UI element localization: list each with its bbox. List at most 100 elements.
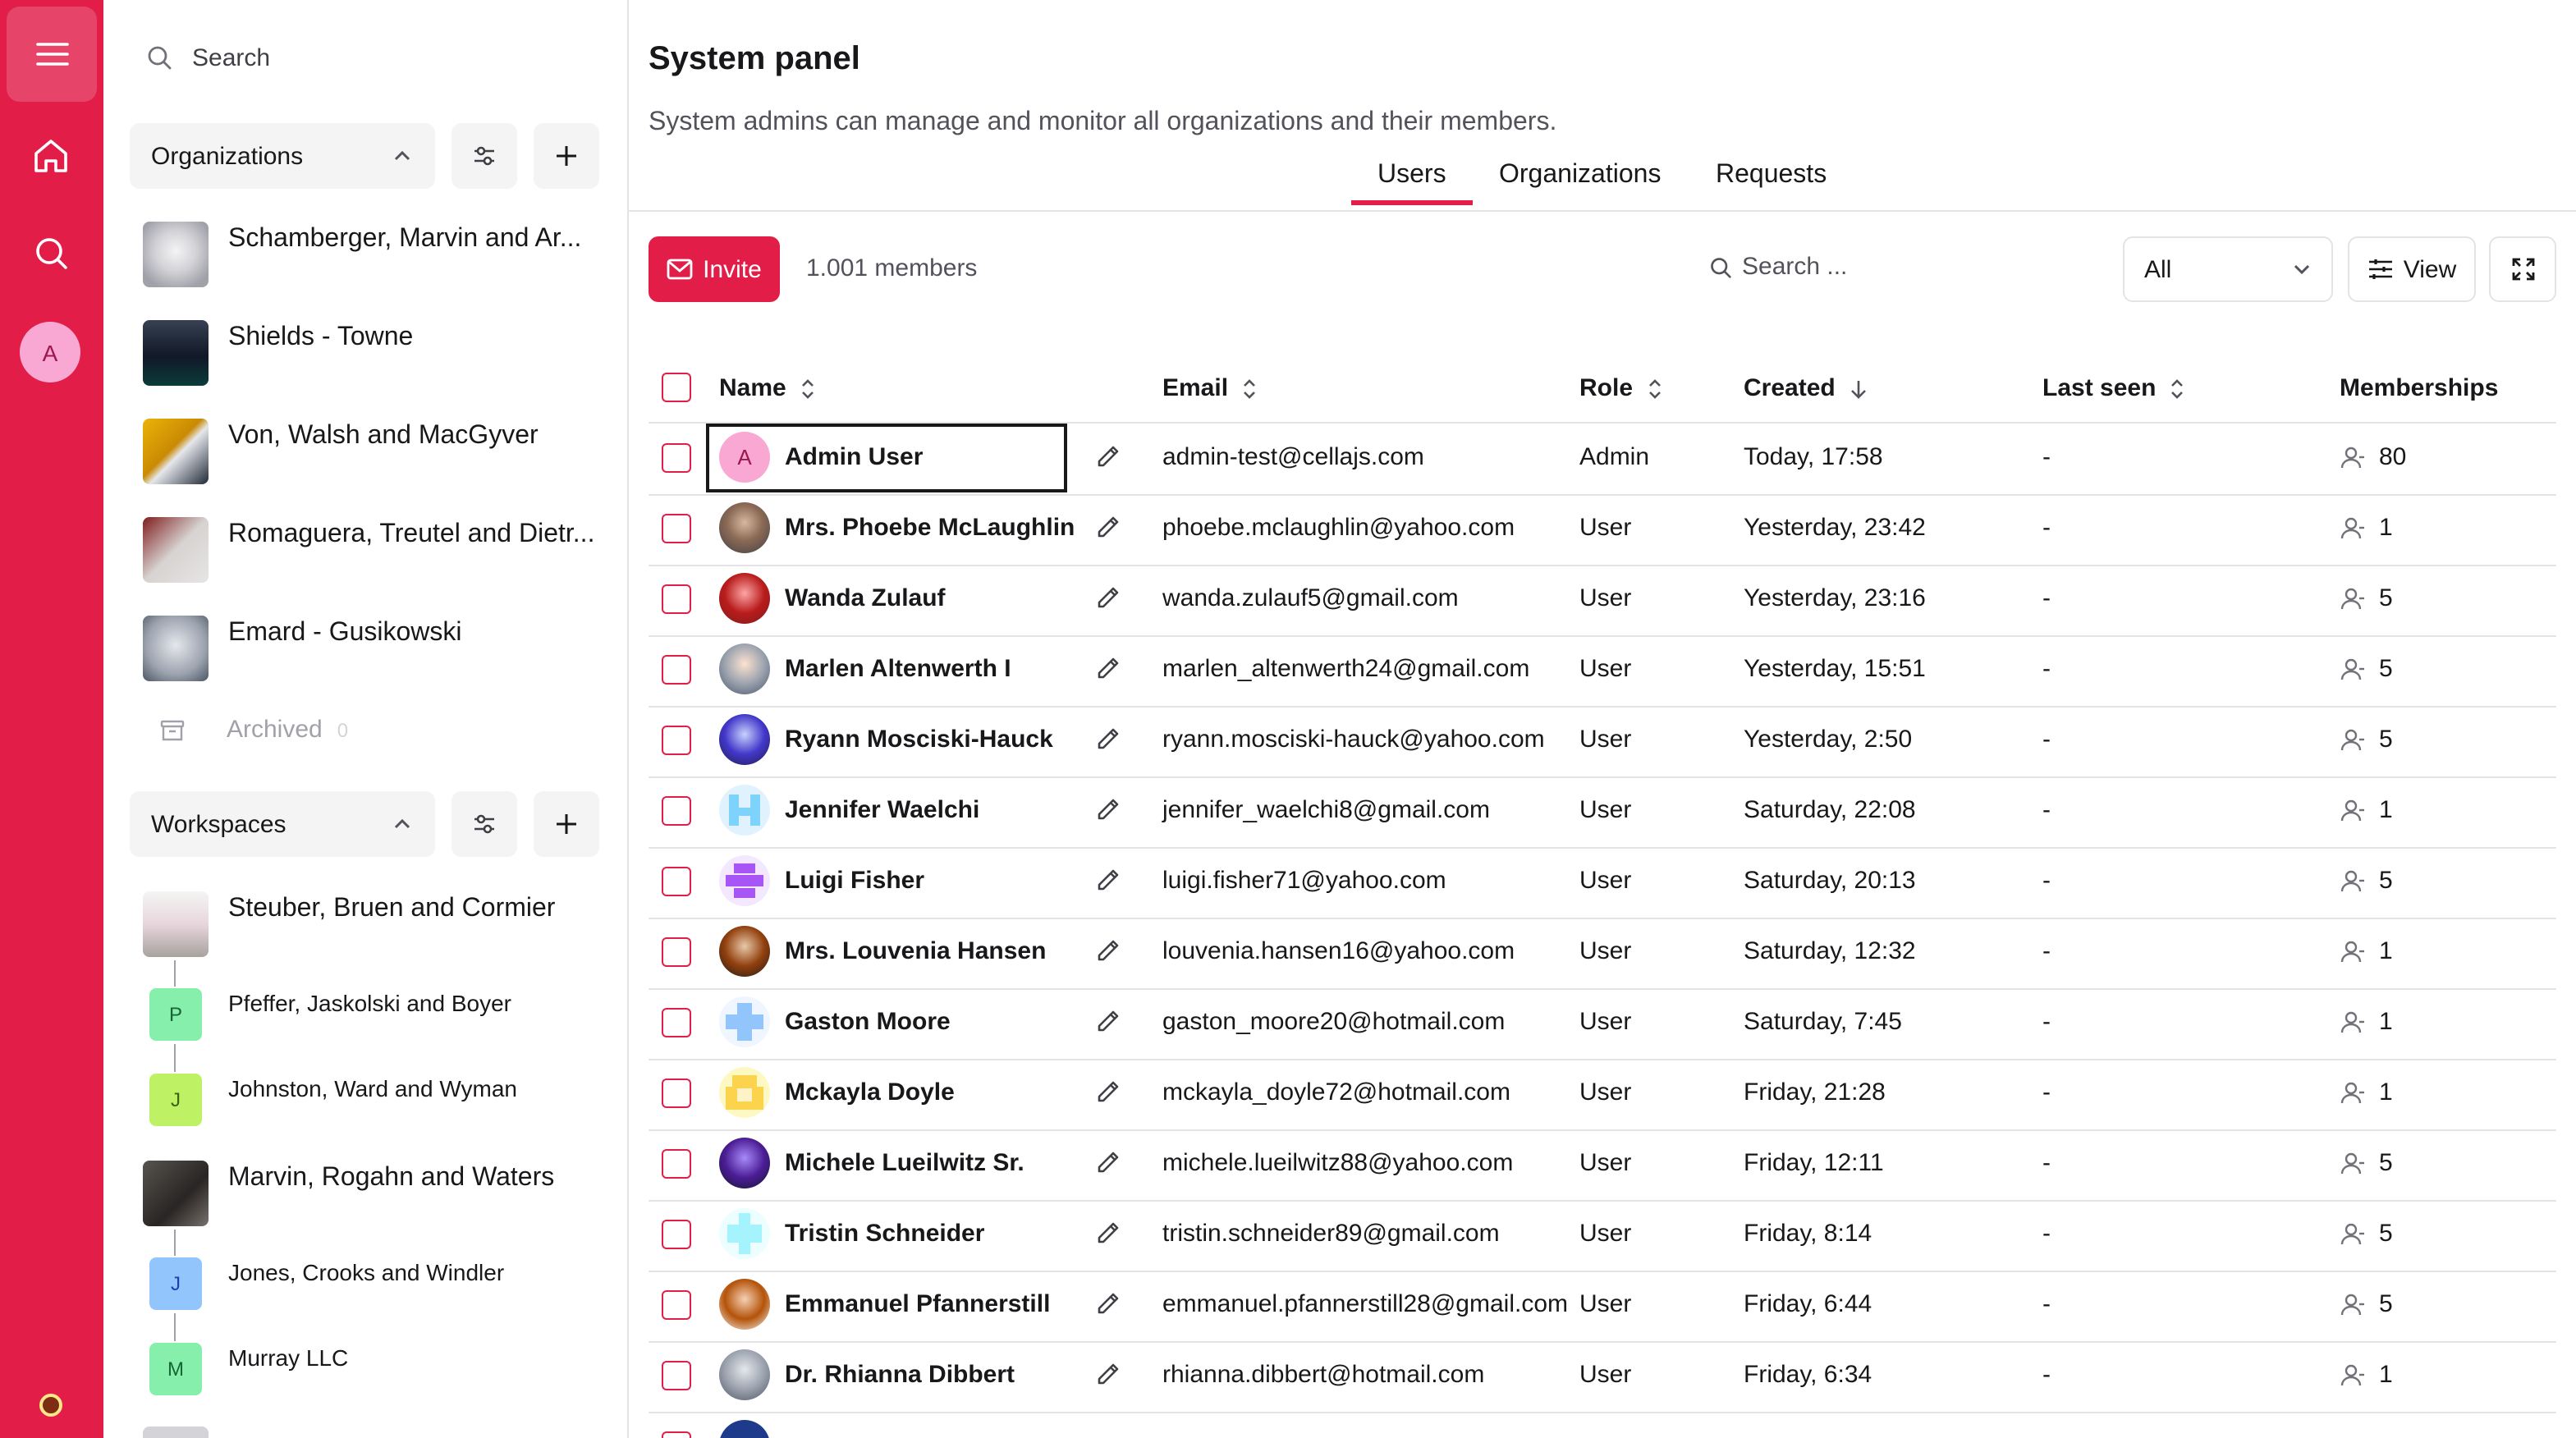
user-memberships[interactable]: 80 xyxy=(2340,443,2406,471)
sidebar-org-item[interactable]: Schamberger, Marvin and Ar... xyxy=(143,222,603,287)
table-row[interactable]: Luigi Fisher luigi.fisher71@yahoo.com Us… xyxy=(649,847,2556,919)
user-memberships[interactable]: 1 xyxy=(2340,937,2393,965)
user-memberships[interactable]: 5 xyxy=(2340,584,2393,612)
table-row[interactable]: Mrs. Phoebe McLaughlin phoebe.mclaughlin… xyxy=(649,494,2556,566)
debug-icon[interactable] xyxy=(39,1394,62,1417)
edit-user-button[interactable] xyxy=(1095,1008,1121,1041)
sidebar-subworkspace-item[interactable]: P Pfeffer, Jaskolski and Boyer xyxy=(149,988,511,1041)
table-row[interactable]: A Admin User admin-test@cellajs.com Admi… xyxy=(649,424,2556,496)
home-button[interactable] xyxy=(18,123,84,189)
table-row[interactable] xyxy=(649,1412,2556,1438)
fullscreen-button[interactable] xyxy=(2489,236,2556,302)
column-name[interactable]: Name xyxy=(719,374,816,402)
workspaces-toggle[interactable]: Workspaces xyxy=(130,791,435,857)
row-checkbox[interactable] xyxy=(662,584,691,614)
sidebar-org-item[interactable]: Von, Walsh and MacGyver xyxy=(143,419,603,484)
column-created[interactable]: Created xyxy=(1744,374,1868,402)
sidebar-org-item[interactable]: Emard - Gusikowski xyxy=(143,616,603,681)
row-checkbox[interactable] xyxy=(662,937,691,967)
row-checkbox[interactable] xyxy=(662,1008,691,1037)
user-name[interactable]: Mrs. Phoebe McLaughlin xyxy=(785,514,1075,542)
table-row[interactable]: Wanda Zulauf wanda.zulauf5@gmail.com Use… xyxy=(649,565,2556,637)
table-row[interactable]: Jennifer Waelchi jennifer_waelchi8@gmail… xyxy=(649,776,2556,849)
sidebar-workspace-item[interactable]: Marvin, Rogahn and Waters xyxy=(143,1161,603,1226)
user-name[interactable]: Luigi Fisher xyxy=(785,867,924,895)
archived-organizations[interactable]: Archived 0 xyxy=(159,716,348,744)
edit-user-button[interactable] xyxy=(1095,443,1121,476)
edit-user-button[interactable] xyxy=(1095,514,1121,547)
sidebar-subworkspace-item[interactable]: J Johnston, Ward and Wyman xyxy=(149,1074,517,1126)
edit-user-button[interactable] xyxy=(1095,1361,1121,1394)
user-memberships[interactable]: 1 xyxy=(2340,1078,2393,1106)
table-row[interactable]: Tristin Schneider tristin.schneider89@gm… xyxy=(649,1200,2556,1272)
user-name[interactable]: Emmanuel Pfannerstill xyxy=(785,1290,1050,1318)
user-memberships[interactable]: 5 xyxy=(2340,655,2393,683)
user-name[interactable]: Wanda Zulauf xyxy=(785,584,946,612)
edit-user-button[interactable] xyxy=(1095,1149,1121,1182)
table-row[interactable]: Ryann Mosciski-Hauck ryann.mosciski-hauc… xyxy=(649,706,2556,778)
user-name[interactable]: Ryann Mosciski-Hauck xyxy=(785,726,1053,753)
edit-user-button[interactable] xyxy=(1095,1220,1121,1253)
add-organization-button[interactable] xyxy=(534,123,599,189)
table-row[interactable]: Dr. Rhianna Dibbert rhianna.dibbert@hotm… xyxy=(649,1341,2556,1413)
table-row[interactable]: Gaston Moore gaston_moore20@hotmail.com … xyxy=(649,988,2556,1060)
user-avatar[interactable]: A xyxy=(20,322,80,382)
invite-button[interactable]: Invite xyxy=(649,236,780,302)
row-checkbox[interactable] xyxy=(662,443,691,473)
user-memberships[interactable]: 1 xyxy=(2340,796,2393,824)
user-memberships[interactable]: 5 xyxy=(2340,1290,2393,1318)
user-name[interactable]: Gaston Moore xyxy=(785,1008,951,1036)
sidebar-org-item[interactable]: Romaguera, Treutel and Dietr... xyxy=(143,517,603,583)
row-checkbox[interactable] xyxy=(662,726,691,755)
row-checkbox[interactable] xyxy=(662,514,691,543)
user-memberships[interactable]: 5 xyxy=(2340,867,2393,895)
user-memberships[interactable]: 5 xyxy=(2340,1220,2393,1248)
edit-user-button[interactable] xyxy=(1095,584,1121,617)
table-row[interactable]: Mrs. Louvenia Hansen louvenia.hansen16@y… xyxy=(649,918,2556,990)
row-checkbox[interactable] xyxy=(662,1078,691,1108)
row-checkbox[interactable] xyxy=(662,1149,691,1179)
edit-user-button[interactable] xyxy=(1095,867,1121,900)
user-memberships[interactable]: 1 xyxy=(2340,514,2393,542)
user-name[interactable]: Mckayla Doyle xyxy=(785,1078,955,1106)
user-name[interactable]: Mrs. Louvenia Hansen xyxy=(785,937,1046,965)
edit-user-button[interactable] xyxy=(1095,1290,1121,1323)
table-row[interactable]: Michele Lueilwitz Sr. michele.lueilwitz8… xyxy=(649,1129,2556,1202)
workspaces-filter-button[interactable] xyxy=(451,791,517,857)
row-checkbox[interactable] xyxy=(662,655,691,685)
table-search-input[interactable]: Search ... xyxy=(1709,253,1847,281)
row-checkbox[interactable] xyxy=(662,1220,691,1249)
user-memberships[interactable]: 1 xyxy=(2340,1361,2393,1389)
sidebar-subworkspace-item[interactable]: J Jones, Crooks and Windler xyxy=(149,1257,504,1310)
column-last-seen[interactable]: Last seen xyxy=(2042,374,2185,402)
column-role[interactable]: Role xyxy=(1579,374,1662,402)
select-all-checkbox[interactable] xyxy=(662,373,691,402)
user-memberships[interactable]: 1 xyxy=(2340,1008,2393,1036)
row-checkbox[interactable] xyxy=(662,1361,691,1390)
row-checkbox[interactable] xyxy=(662,1290,691,1320)
user-name[interactable]: Michele Lueilwitz Sr. xyxy=(785,1149,1024,1177)
user-name[interactable]: Marlen Altenwerth I xyxy=(785,655,1011,683)
sidebar-workspace-item[interactable] xyxy=(143,1427,209,1438)
table-row[interactable]: Marlen Altenwerth I marlen_altenwerth24@… xyxy=(649,635,2556,708)
row-checkbox[interactable] xyxy=(662,1431,691,1438)
column-email[interactable]: Email xyxy=(1162,374,1258,402)
user-name[interactable]: Dr. Rhianna Dibbert xyxy=(785,1361,1015,1389)
row-checkbox[interactable] xyxy=(662,796,691,826)
view-options-button[interactable]: View xyxy=(2348,236,2476,302)
user-name[interactable]: Tristin Schneider xyxy=(785,1220,984,1248)
menu-button[interactable] xyxy=(7,7,97,102)
user-memberships[interactable]: 5 xyxy=(2340,1149,2393,1177)
user-memberships[interactable]: 5 xyxy=(2340,726,2393,753)
sidebar-search[interactable]: Search xyxy=(146,36,270,79)
table-row[interactable]: Mckayla Doyle mckayla_doyle72@hotmail.co… xyxy=(649,1059,2556,1131)
add-workspace-button[interactable] xyxy=(534,791,599,857)
edit-user-button[interactable] xyxy=(1095,796,1121,829)
organizations-filter-button[interactable] xyxy=(451,123,517,189)
edit-user-button[interactable] xyxy=(1095,937,1121,970)
user-name[interactable]: Jennifer Waelchi xyxy=(785,796,979,824)
tab-organizations[interactable]: Organizations xyxy=(1499,161,1661,190)
search-button[interactable] xyxy=(18,220,84,286)
sidebar-subworkspace-item[interactable]: M Murray LLC xyxy=(149,1343,348,1395)
edit-user-button[interactable] xyxy=(1095,726,1121,758)
